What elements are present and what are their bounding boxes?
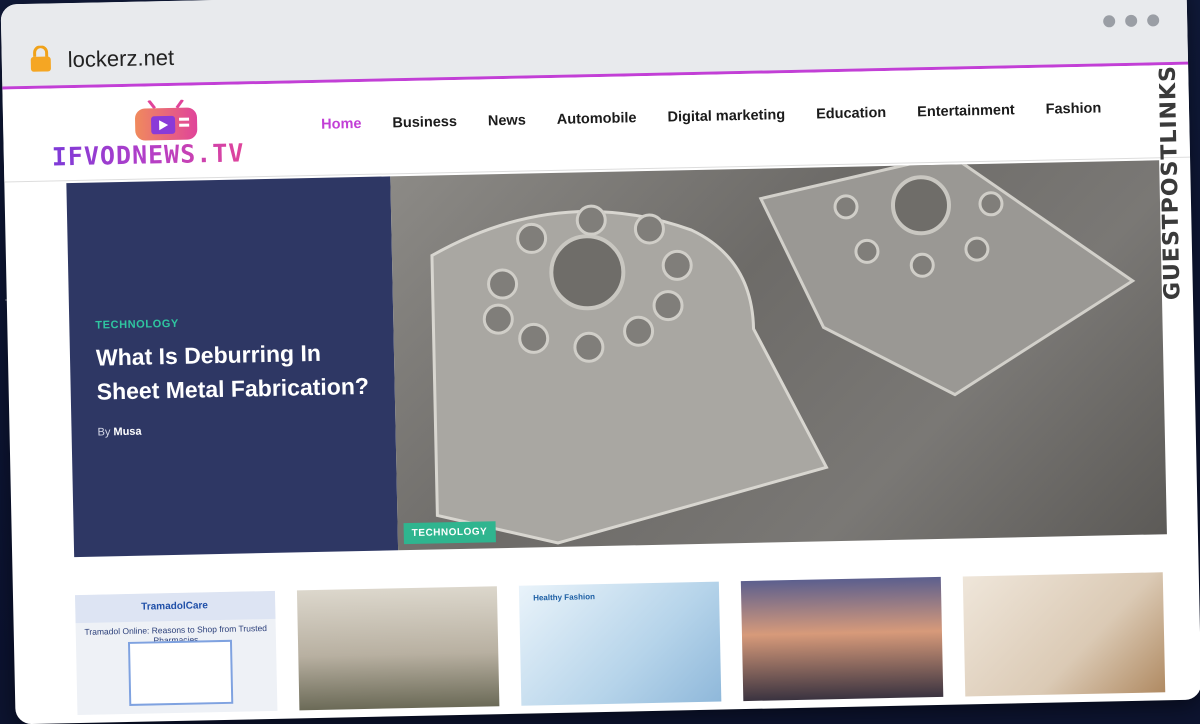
post-card-row: TramadolCare Tramadol Online: Reasons to… (74, 572, 1166, 716)
product-box-image (127, 639, 234, 706)
nav-item-home[interactable]: Home (321, 116, 362, 133)
site-logo-text[interactable]: IFVODNEWS.TV (51, 138, 244, 171)
post-card[interactable]: Healthy Fashion (518, 581, 722, 706)
featured-post[interactable]: TECHNOLOGY What Is Deburring In Sheet Me… (66, 160, 1167, 558)
byline-author[interactable]: Musa (113, 426, 141, 439)
nav-item-automobile[interactable]: Automobile (557, 110, 637, 128)
featured-byline: By Musa (97, 426, 141, 439)
guestpostlinks-badge: GUESTPOSTLINKS (1141, 20, 1194, 341)
post-card[interactable]: TramadolCare Tramadol Online: Reasons to… (74, 590, 278, 716)
address-bar-url[interactable]: lockerz.net (67, 45, 174, 73)
post-card[interactable] (962, 572, 1166, 697)
badge-text: GUESTPOSTLINKS (1155, 64, 1186, 301)
featured-title[interactable]: What Is Deburring In Sheet Metal Fabrica… (96, 335, 377, 409)
nav-item-entertainment[interactable]: Entertainment (917, 102, 1015, 120)
nav-item-education[interactable]: Education (816, 105, 886, 122)
featured-category[interactable]: TECHNOLOGY (95, 318, 179, 332)
featured-post-panel: TECHNOLOGY What Is Deburring In Sheet Me… (66, 176, 399, 558)
image-category-tag[interactable]: TECHNOLOGY (403, 521, 496, 545)
window-dot-icon[interactable] (1103, 15, 1116, 28)
metal-plates-illustration (430, 160, 1136, 545)
main-nav: Home Business News Automobile Digital ma… (321, 100, 1132, 133)
featured-image[interactable]: TECHNOLOGY (390, 160, 1167, 551)
post-card[interactable] (740, 576, 944, 702)
post-card[interactable] (296, 586, 500, 711)
nav-item-fashion[interactable]: Fashion (1046, 100, 1102, 117)
nav-item-digital-marketing[interactable]: Digital marketing (667, 107, 785, 125)
lock-icon (30, 45, 51, 72)
tv-logo-icon[interactable] (131, 99, 202, 142)
nav-item-business[interactable]: Business (392, 114, 457, 131)
browser-window: lockerz.net IFVODNEWS.TV Home Business N… (0, 0, 1200, 724)
card-brand-label: TramadolCare (141, 600, 209, 613)
nav-item-news[interactable]: News (488, 113, 526, 130)
card-brand-label: Healthy Fashion (533, 592, 596, 603)
window-dot-icon[interactable] (1125, 14, 1138, 27)
byline-prefix: By (97, 426, 111, 439)
